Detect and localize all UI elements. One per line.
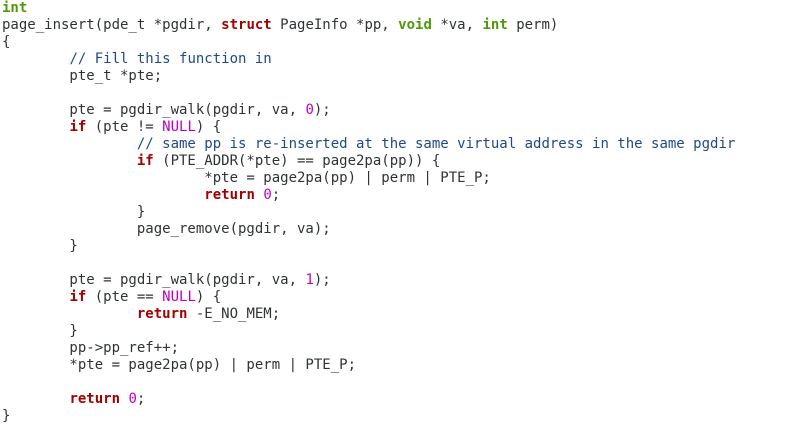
code-line: return 0; [2,187,280,204]
number-literal: 1 [305,272,314,288]
code-text: } [2,323,78,339]
code-line: pte_t *pte; [2,68,162,85]
code-text: pte_t *pte; [2,68,163,84]
code-line: if (pte != NULL) { [2,119,221,136]
code-line: pte = pgdir_walk(pgdir, va, 0); [2,102,331,119]
type-keyword: int [482,17,508,33]
code-text: ); [313,272,331,288]
code-text: (pte != [86,119,163,135]
keyword: if [136,153,154,169]
constant: NULL [162,289,196,305]
keyword: return [204,187,255,203]
keyword: struct [221,17,272,33]
code-line: } [2,204,145,221]
code-text: *va, [431,17,483,33]
code-text: pte = pgdir_walk(pgdir, va, [2,272,306,288]
code-line: page_insert(pde_t *pgdir, struct PageInf… [2,17,558,34]
code-text: ) { [195,119,222,135]
code-line: *pte = page2pa(pp) | perm | PTE_P; [2,170,491,187]
code-editor[interactable]: int page_insert(pde_t *pgdir, struct Page… [0,0,812,436]
code-line: // Fill this function in [2,51,272,68]
code-line: page_remove(pgdir, va); [2,221,331,238]
code-line: return -E_NO_MEM; [2,306,280,323]
code-text: *pte = page2pa(pp) | perm | PTE_P; [2,357,357,373]
number-literal: 0 [128,391,137,407]
code-text: } [2,238,78,254]
code-text: (PTE_ADDR(*pte) == page2pa(pp)) { [153,153,441,169]
code-text: page_insert(pde_t *pgdir, [2,17,222,33]
code-line: // same pp is re-inserted at the same vi… [2,136,735,153]
keyword: if [69,119,87,135]
code-text: *pte = page2pa(pp) | perm | PTE_P; [2,170,491,186]
code-line: return 0; [2,391,145,408]
code-text: pte = pgdir_walk(pgdir, va, [2,102,306,118]
code-text: { [2,34,11,50]
code-text: ); [313,102,331,118]
code-line: { [2,34,10,51]
code-text: (pte == [86,289,163,305]
code-text: ; [136,391,146,407]
code-line: *pte = page2pa(pp) | perm | PTE_P; [2,357,356,374]
code-text: pp->pp_ref++; [2,340,180,356]
code-text: page_remove(pgdir, va); [2,221,331,237]
code-text: ; [271,187,281,203]
constant: NULL [162,119,196,135]
code-text: perm) [507,17,559,33]
number-literal: 0 [305,102,314,118]
code-line: } [2,323,78,340]
code-line: if (pte == NULL) { [2,289,221,306]
type-keyword: void [398,17,432,33]
code-text: ) { [195,289,222,305]
code-line: pp->pp_ref++; [2,340,179,357]
code-line: pte = pgdir_walk(pgdir, va, 1); [2,272,331,289]
code-line: if (PTE_ADDR(*pte) == page2pa(pp)) { [2,153,440,170]
code-text: } [2,408,11,424]
code-line: } [2,408,10,425]
keyword: return [136,306,188,322]
keyword: if [69,289,87,305]
keyword: return [69,391,121,407]
type-keyword: int [2,0,28,16]
code-line: } [2,238,78,255]
number-literal: 0 [263,187,272,203]
comment: // Fill this function in [69,51,272,67]
comment: // same pp is re-inserted at the same vi… [136,136,736,152]
code-text: } [2,204,146,220]
code-text: PageInfo *pp, [271,17,399,33]
code-line: int [2,0,27,17]
code-text: -E_NO_MEM; [187,306,281,322]
